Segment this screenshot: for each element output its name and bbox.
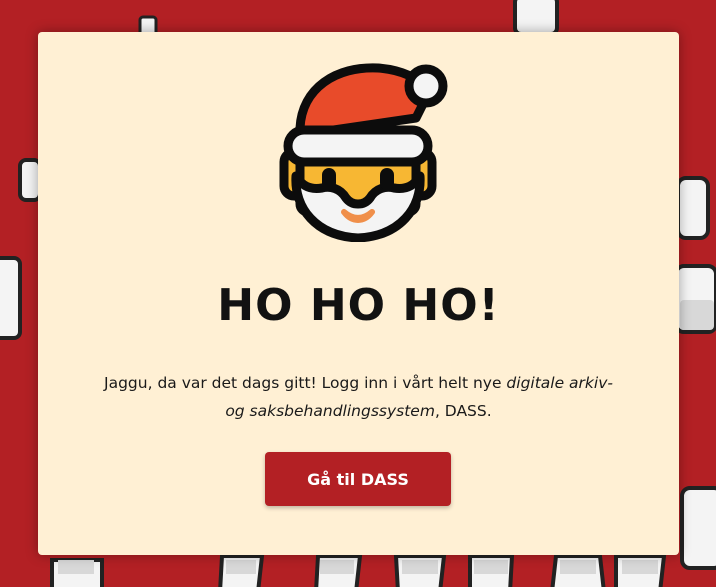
toilet-icon (18, 158, 42, 202)
message-text: Jaggu, da var det dags gitt! Logg inn i … (104, 374, 507, 392)
toilet-icon (0, 256, 22, 340)
dialog-title: HO HO HO! (217, 280, 500, 331)
toilet-icon (50, 558, 104, 587)
toilet-icon (468, 554, 515, 587)
toilet-icon (513, 0, 559, 36)
toilet-icon (550, 554, 606, 587)
message-text-end: , DASS. (434, 402, 492, 420)
santa-claus-icon (279, 63, 448, 242)
toilet-icon (674, 264, 716, 334)
toilet-icon (314, 554, 363, 587)
modal-dialog: HO HO HO! Jaggu, da var det dags gitt! L… (38, 32, 679, 555)
toilet-icon (218, 554, 265, 587)
toilet-icon (614, 554, 667, 587)
toilet-icon (680, 486, 716, 570)
toilet-icon (393, 554, 447, 587)
go-to-dass-button[interactable]: Gå til DASS (265, 452, 451, 506)
toilet-icon (676, 176, 710, 240)
dialog-message: Jaggu, da var det dags gitt! Logg inn i … (98, 369, 619, 425)
